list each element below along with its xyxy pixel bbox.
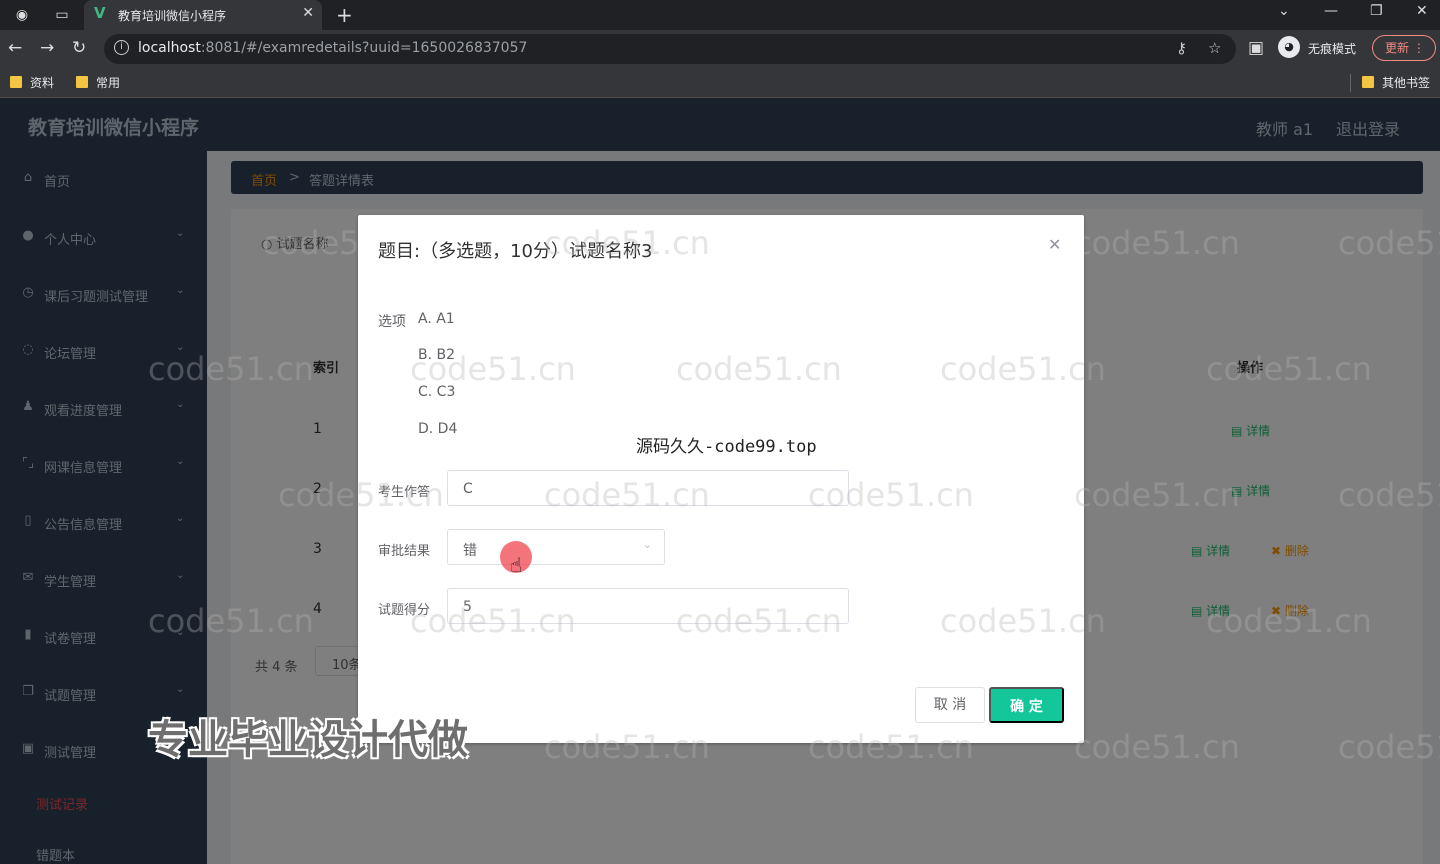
review-result-select[interactable]: 错 ⌄ bbox=[447, 529, 665, 565]
watermark: code51.cn bbox=[808, 728, 974, 766]
key-icon[interactable]: ⚷ bbox=[1176, 39, 1187, 57]
folder-icon bbox=[10, 76, 22, 88]
watermark: code51.cn bbox=[148, 602, 314, 640]
banner-watermark: 专业毕业设计代做 bbox=[148, 717, 468, 763]
watermark: code51.cn bbox=[410, 350, 576, 388]
bookmark-star-icon[interactable]: ☆ bbox=[1208, 39, 1221, 57]
option-item: A. A1 bbox=[418, 311, 455, 327]
watermark: code51.cn bbox=[544, 728, 710, 766]
bookmark-folder[interactable]: 常用 bbox=[76, 74, 120, 91]
watermark: code51.cn bbox=[808, 476, 974, 514]
watermark: code51.cn bbox=[278, 476, 444, 514]
incognito-icon: ◕ bbox=[1278, 36, 1300, 58]
watermark: code51.cn bbox=[544, 476, 710, 514]
options-label: 选项 bbox=[378, 314, 406, 330]
browser-tab-bar: ◉ ▭ V 教育培训微信小程序 ✕ + ⌄ — ❐ ✕ bbox=[0, 0, 1440, 30]
folder-icon bbox=[1362, 76, 1374, 88]
watermark: code51.cn bbox=[1074, 224, 1240, 262]
update-button[interactable]: 更新 ⋮ bbox=[1372, 35, 1436, 61]
browser-tab[interactable]: V 教育培训微信小程序 ✕ bbox=[84, 0, 322, 30]
watermark: code51.cn bbox=[940, 350, 1106, 388]
close-window-icon[interactable]: ✕ bbox=[1416, 3, 1428, 19]
confirm-button[interactable]: 确 定 bbox=[989, 687, 1064, 723]
close-icon[interactable]: ✕ bbox=[1048, 235, 1061, 254]
review-label: 审批结果 bbox=[378, 544, 431, 559]
other-bookmarks[interactable]: 其他书签 bbox=[1362, 74, 1430, 91]
forward-icon[interactable]: → bbox=[40, 38, 54, 58]
vue-icon: V bbox=[94, 4, 106, 22]
tab-list-icon[interactable]: ⌄ bbox=[1278, 3, 1290, 19]
chevron-down-icon: ⌄ bbox=[642, 538, 652, 551]
watermark: code51.cn bbox=[1206, 602, 1372, 640]
center-watermark: 源码久久-code99.top bbox=[636, 437, 817, 457]
hand-cursor-icon: ☝ bbox=[510, 553, 523, 577]
watermark: code51.cn bbox=[1206, 350, 1372, 388]
bookmarks-bar: 资料 常用 其他书签 bbox=[0, 68, 1440, 98]
watermark: code51.cn bbox=[148, 350, 314, 388]
back-icon[interactable]: ← bbox=[8, 38, 22, 58]
watermark: code51.cn bbox=[544, 224, 710, 262]
bookmark-divider bbox=[1350, 74, 1351, 92]
answer-review-dialog: 题目:（多选题，10分）试题名称3 ✕ 选项 A. A1 B. B2 C. C3… bbox=[358, 215, 1084, 743]
option-item: D. D4 bbox=[418, 421, 458, 437]
minimize-icon[interactable]: — bbox=[1324, 3, 1338, 19]
reload-icon[interactable]: ↻ bbox=[72, 38, 86, 58]
cancel-button[interactable]: 取 消 bbox=[915, 687, 985, 723]
watermark: code51.cn bbox=[940, 602, 1106, 640]
watermark: code51.cn bbox=[1338, 728, 1440, 766]
watermark: code51.cn bbox=[1074, 728, 1240, 766]
tab-title: 教育培训微信小程序 bbox=[118, 9, 227, 23]
tab-close-icon[interactable]: ✕ bbox=[302, 5, 314, 21]
restore-icon[interactable]: ❐ bbox=[1370, 3, 1383, 19]
browser-menu-icon[interactable]: ◉ bbox=[12, 5, 32, 25]
incognito-profile[interactable]: ◕ 无痕模式 bbox=[1278, 36, 1370, 60]
watermark: code51.cn bbox=[676, 602, 842, 640]
watermark: code51.cn bbox=[676, 350, 842, 388]
watermark: code51.cn bbox=[1074, 476, 1240, 514]
site-info-icon[interactable]: i bbox=[114, 40, 129, 55]
browser-toolbar: ← → ↻ i localhost:8081/#/examredetails?u… bbox=[0, 30, 1440, 68]
tab-search-icon[interactable]: ▭ bbox=[52, 5, 72, 25]
watermark: code51.cn bbox=[410, 602, 576, 640]
watermark: code51.cn bbox=[1338, 476, 1440, 514]
side-panel-icon[interactable]: ▣ bbox=[1248, 38, 1264, 58]
address-bar[interactable]: i localhost:8081/#/examredetails?uuid=16… bbox=[104, 34, 1236, 64]
bookmark-folder[interactable]: 资料 bbox=[10, 74, 54, 91]
watermark: code51.cn bbox=[1338, 224, 1440, 262]
new-tab-icon[interactable]: + bbox=[336, 3, 353, 27]
url-text[interactable]: localhost:8081/#/examredetails?uuid=1650… bbox=[138, 40, 527, 56]
folder-icon bbox=[76, 76, 88, 88]
